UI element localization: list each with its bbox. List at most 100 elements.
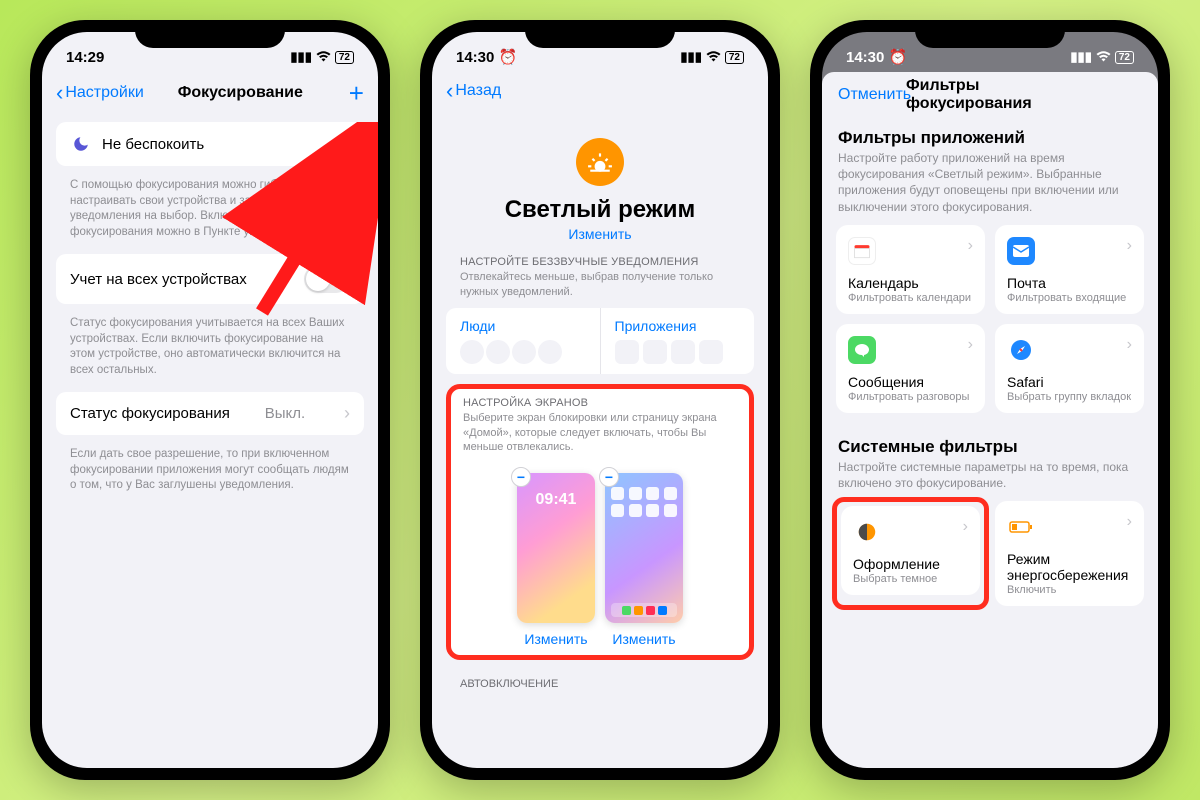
share-label: Учет на всех устройствах [70,271,247,288]
section-screens-header: НАСТРОЙКА ЭКРАНОВ [459,397,741,411]
focus-title: Светлый режим [446,196,754,224]
filter-name: Сообщения [848,374,973,390]
sheet-title: Фильтры фокусирования [906,77,1074,113]
nav-bar: ‹ Назад [432,72,768,110]
sheet-content: Фильтры приложений Настройте работу прил… [822,114,1158,610]
moon-icon [70,133,92,155]
filter-name: Почта [1007,275,1132,291]
lock-screen-preview[interactable]: − 09:41 Изменить [517,473,595,647]
dnd-card[interactable]: Не беспокоить › [56,122,364,166]
remove-badge[interactable]: − [511,467,531,487]
dnd-label: Не беспокоить [102,136,204,153]
apps-placeholders [615,340,741,364]
filter-name: Режим энергосбережения [1007,551,1132,583]
status-right: ▮▮▮ 72 [290,49,354,65]
phone-2: 14:30 ⏰ ▮▮▮ 72 ‹ Назад Светлый режим [420,20,780,780]
notch [915,20,1065,48]
filter-appearance[interactable]: › Оформление Выбрать темное [841,506,980,595]
phone-1: 14:29 ▮▮▮ 72 ‹ Настройки Фокусирование + [30,20,390,780]
share-devices-card: Учет на всех устройствах [56,254,364,304]
filter-messages[interactable]: › Сообщения Фильтровать разговоры [836,324,985,413]
chevron-left-icon: ‹ [56,82,63,104]
app-filters-title: Фильтры приложений [836,118,1144,150]
people-label: Люди [460,318,586,334]
appearance-icon [853,518,881,546]
sys-filters-title: Системные фильтры [836,427,1144,459]
mini-time: 09:41 [517,491,595,509]
share-switch[interactable] [304,265,350,293]
people-placeholders [460,340,586,364]
change-button[interactable]: Изменить [446,226,754,242]
filter-name: Оформление [853,556,968,572]
battery-icon: 72 [1115,51,1134,64]
filter-safari[interactable]: › Safari Выбрать группу вкладок [995,324,1144,413]
chevron-right-icon: › [344,134,350,155]
filter-sub: Фильтровать разговоры [848,391,973,403]
battery-low-icon [1007,513,1035,541]
mini-app-grid [611,487,677,517]
chevron-right-icon: › [1127,513,1132,531]
status-right: ▮▮▮ 72 [1070,49,1134,65]
add-button[interactable]: + [349,80,364,106]
signal-icon: ▮▮▮ [680,49,701,65]
notch [525,20,675,48]
people-column[interactable]: Люди [446,308,601,374]
wifi-icon [706,50,721,65]
chevron-right-icon: › [963,518,968,536]
nav-title: Фокусирование [178,84,303,102]
status-time: 14:30 ⏰ [456,48,517,66]
chevron-right-icon: › [1127,336,1132,354]
filter-calendar[interactable]: › Календарь Фильтровать календари [836,225,985,314]
chevron-right-icon: › [968,237,973,255]
alarm-icon: ⏰ [889,49,908,66]
nav-bar: ‹ Настройки Фокусирование + [42,72,378,114]
sys-filters-grid: › Оформление Выбрать темное › [836,501,1144,606]
mail-icon [1007,237,1035,265]
remove-badge[interactable]: − [599,467,619,487]
chevron-left-icon: ‹ [446,80,453,102]
signal-icon: ▮▮▮ [290,49,311,65]
chevron-right-icon: › [1127,237,1132,255]
calendar-icon [848,237,876,265]
filter-mail[interactable]: › Почта Фильтровать входящие [995,225,1144,314]
back-button[interactable]: ‹ Настройки [56,82,144,104]
back-label: Назад [455,82,501,100]
filter-sub: Выбрать группу вкладок [1007,391,1132,403]
auto-section-header: АВТОВКЛЮЧЕНИЕ [446,660,754,690]
filter-sub: Включить [1007,584,1132,596]
notifications-card: Люди Приложения [446,308,754,374]
screen-focus-filters: 14:30 ⏰ ▮▮▮ 72 Отменить Фильтры фокусиро… [822,32,1158,768]
chevron-right-icon: › [344,403,350,424]
filter-sub: Фильтровать входящие [1007,292,1132,304]
screens-highlight-box: НАСТРОЙКА ЭКРАНОВ Выберите экран блокиро… [446,384,754,661]
battery-icon: 72 [335,51,354,64]
footer-text-1: С помощью фокусирования можно гибко наст… [56,172,364,254]
filter-sub: Фильтровать календари [848,292,973,304]
cancel-button[interactable]: Отменить [838,86,911,104]
footer-text-2: Статус фокусирования учитывается на всех… [56,310,364,392]
sheet: Отменить Фильтры фокусирования Фильтры п… [822,72,1158,768]
footer-text-3: Если дать свое разрешение, то при включе… [56,441,364,508]
screen-focus-detail: 14:30 ⏰ ▮▮▮ 72 ‹ Назад Светлый режим [432,32,768,768]
edit-home-button[interactable]: Изменить [605,631,683,647]
home-screen-preview[interactable]: − Изменить [605,473,683,647]
focus-status-label: Статус фокусирования [70,405,230,422]
sun-icon [576,138,624,186]
section-screens-sub: Выберите экран блокировки или страницу э… [459,411,741,464]
content: Не беспокоить › С помощью фокусирования … [42,114,378,760]
chevron-right-icon: › [968,336,973,354]
appearance-highlight-box: › Оформление Выбрать темное [832,497,989,610]
focus-status-card[interactable]: Статус фокусирования Выкл. › [56,392,364,435]
apps-column[interactable]: Приложения [601,308,755,374]
apps-label: Приложения [615,318,741,334]
screens-row: − 09:41 Изменить − [459,473,741,647]
edit-lock-button[interactable]: Изменить [517,631,595,647]
filter-low-power[interactable]: › Режим энергосбережения Включить [995,501,1144,606]
back-button[interactable]: ‹ Назад [446,80,501,102]
status-time: 14:30 ⏰ [846,48,907,66]
section-notifications-header: НАСТРОЙТЕ БЕЗЗВУЧНЫЕ УВЕДОМЛЕНИЯ [446,256,754,270]
app-filters-grid: › Календарь Фильтровать календари › Почт… [836,225,1144,413]
filter-name: Календарь [848,275,973,291]
signal-icon: ▮▮▮ [1070,49,1091,65]
alarm-icon: ⏰ [499,49,518,66]
